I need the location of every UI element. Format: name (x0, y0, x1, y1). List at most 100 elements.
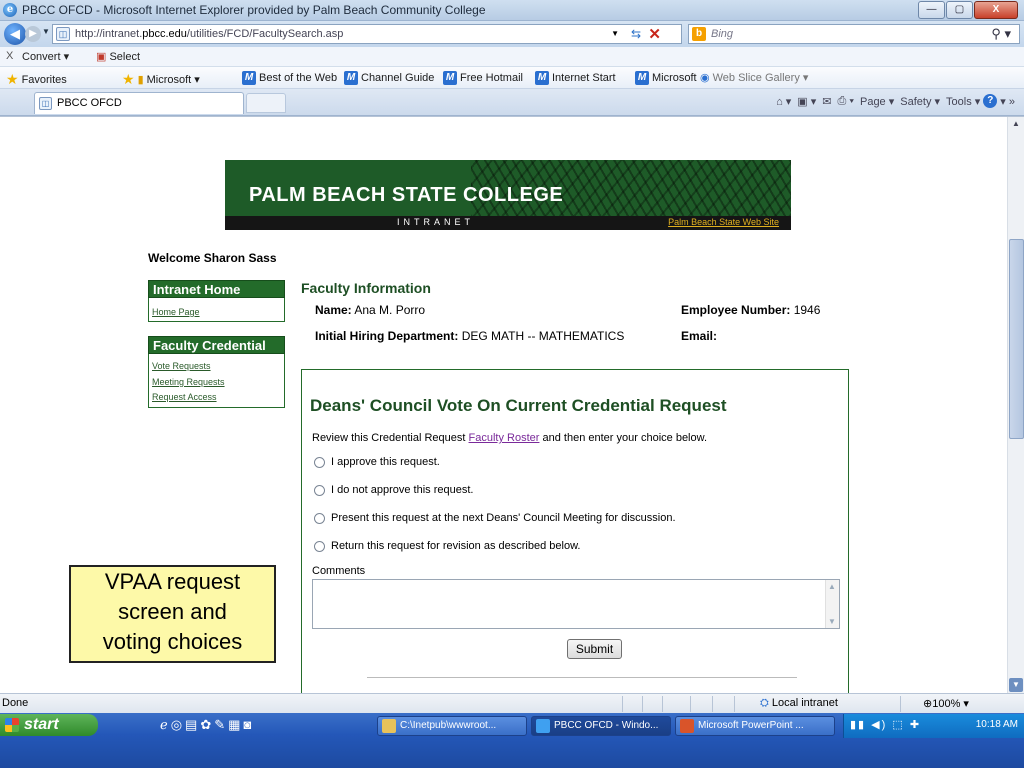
sidebar-link-vote-requests[interactable]: Vote Requests (152, 361, 211, 371)
tab-pbcc-ofcd[interactable]: ◫ PBCC OFCD (34, 92, 244, 114)
url-dropdown-chevron-icon[interactable]: ▼ (611, 29, 619, 38)
start-button[interactable]: start (0, 714, 98, 736)
option-approve[interactable]: I approve this request. (314, 456, 440, 468)
fav-label: Channel Guide (361, 72, 435, 84)
radio-approve[interactable] (314, 456, 325, 468)
status-divider (622, 696, 623, 712)
fav-label: Microsoft (652, 72, 697, 84)
comments-scrollbar[interactable]: ▲ ▼ (825, 580, 839, 628)
chevron-more-icon[interactable]: ▾ » (1000, 95, 1015, 108)
status-divider (900, 696, 901, 712)
tools-menu[interactable]: Tools ▾ (946, 95, 980, 108)
status-divider (642, 696, 643, 712)
fav-microsoft[interactable]: M Microsoft (635, 71, 697, 85)
recent-pages-chevron-icon[interactable]: ▼ (42, 27, 50, 36)
callout-line-2: screen and (118, 599, 227, 624)
page-scrollbar[interactable]: ▲ ▼ (1007, 117, 1024, 693)
app2-quicklaunch-icon[interactable]: ▦ (228, 717, 243, 732)
scrollbar-thumb[interactable] (1009, 239, 1024, 439)
state-web-site-link[interactable]: Palm Beach State Web Site (668, 217, 779, 227)
email-row: Email: (681, 329, 717, 343)
url-text[interactable]: http://intranet.pbcc.edu/utilities/FCD/F… (75, 28, 343, 40)
sidebar-link-meeting-requests[interactable]: Meeting Requests (152, 377, 225, 387)
safety-menu[interactable]: Safety ▾ (900, 95, 940, 108)
scroll-up-icon[interactable]: ▲ (828, 582, 836, 591)
task-ie-pbcc[interactable]: PBCC OFCD - Windo... (531, 716, 671, 736)
review-instructions: Review this Credential Request Faculty R… (312, 432, 707, 444)
help-icon[interactable]: ? (983, 94, 998, 108)
option-not-approve[interactable]: I do not approve this request. (314, 484, 473, 496)
college-name: PALM BEACH STATE COLLEGE (249, 184, 564, 206)
favorites-button[interactable]: ★ Favorites (6, 71, 67, 88)
folder-icon: ▮ (137, 74, 144, 86)
close-button[interactable]: X (974, 1, 1018, 19)
fav-best-of-web[interactable]: M Best of the Web (242, 71, 337, 85)
tray-icons[interactable]: ▮▮ ◀) ⬚ ✚ (850, 718, 921, 731)
vote-title: Deans' Council Vote On Current Credentia… (310, 396, 727, 415)
feeds-icon[interactable]: ▣ ▾ (797, 95, 816, 108)
submit-button[interactable]: Submit (567, 639, 622, 659)
task-powerpoint[interactable]: Microsoft PowerPoint ... (675, 716, 835, 736)
app-quicklaunch-icon[interactable]: ✎ (214, 717, 228, 732)
option-label: I approve this request. (331, 456, 440, 468)
refresh-icon[interactable]: ⇆ (631, 27, 641, 41)
select-button[interactable]: ▣ Select (96, 50, 140, 63)
status-text: Done (2, 697, 29, 709)
close-toolbar-button[interactable]: X (6, 50, 13, 62)
fav-label: Free Hotmail (460, 72, 523, 84)
intranet-home-heading: Intranet Home (148, 280, 285, 298)
zoom-level[interactable]: ⊕100% ▾ (923, 697, 969, 710)
mail-icon[interactable]: ✉ (822, 95, 831, 108)
media-quicklaunch-icon[interactable]: ✿ (200, 717, 214, 732)
page-icon: ◫ (56, 27, 70, 41)
stop-icon[interactable]: ✕ (648, 25, 661, 43)
task-label: PBCC OFCD - Windo... (554, 720, 659, 731)
option-label: Present this request at the next Deans' … (331, 512, 676, 524)
hiring-department-label: Initial Hiring Department: (315, 329, 459, 343)
comments-textarea[interactable]: ▲ ▼ (312, 579, 840, 629)
fav-microsoft-folder[interactable]: ★ ▮ Microsoft ▾ (122, 71, 200, 88)
review-text-after: and then enter your choice below. (539, 432, 708, 444)
fav-channel-guide[interactable]: M Channel Guide (344, 71, 434, 85)
scroll-down-icon[interactable]: ▼ (828, 617, 836, 626)
faculty-roster-link[interactable]: Faculty Roster (469, 432, 540, 444)
url-field[interactable]: ◫ http://intranet.pbcc.edu/utilities/FCD… (52, 24, 682, 44)
radio-not-approve[interactable] (314, 484, 325, 496)
favorites-bar: ★ Favorites ★ ▮ Microsoft ▾ M Best of the We… (0, 67, 1024, 89)
sidebar-link-home-page[interactable]: Home Page (152, 307, 200, 317)
search-field[interactable]: b Bing ⚲ ▾ (688, 24, 1020, 44)
window-title: PBCC OFCD - Microsoft Internet Explorer … (22, 3, 486, 17)
radio-return-for-revision[interactable] (314, 540, 325, 552)
callout-line-1: VPAA request (104, 569, 241, 594)
task-explorer[interactable]: C:\Inetpub\wwwroot... (377, 716, 527, 736)
powerpoint-quicklaunch-icon[interactable]: ◙ (243, 717, 254, 732)
fav-internet-start[interactable]: M Internet Start (535, 71, 616, 85)
option-present-at-meeting[interactable]: Present this request at the next Deans' … (314, 512, 676, 524)
powerpoint-icon (680, 719, 694, 733)
radio-present-at-meeting[interactable] (314, 512, 325, 524)
sidebar-link-request-access[interactable]: Request Access (152, 392, 217, 402)
maximize-button[interactable]: ▢ (946, 1, 973, 19)
folder-quicklaunch-icon[interactable]: ▤ (185, 717, 200, 732)
option-return-for-revision[interactable]: Return this request for revision as desc… (314, 540, 580, 552)
convert-button[interactable]: Convert ▾ (22, 50, 69, 63)
ie-icon: e (3, 3, 17, 17)
security-zone[interactable]: ⛭ Local intranet (760, 697, 838, 710)
home-icon[interactable]: ⌂ ▾ (776, 95, 791, 108)
minimize-button[interactable]: — (918, 1, 945, 19)
back-button[interactable]: ◀ (4, 23, 26, 45)
ie-quicklaunch-icon[interactable]: ℯ (160, 717, 171, 732)
browser-quicklaunch-icon[interactable]: ◎ (171, 717, 185, 732)
msn-icon: M (635, 71, 649, 85)
fav-free-hotmail[interactable]: M Free Hotmail (443, 71, 523, 85)
fav-web-slice-gallery[interactable]: ◉ Web Slice Gallery ▾ (700, 71, 808, 84)
faculty-info-title: Faculty Information (301, 280, 431, 296)
scroll-up-icon[interactable]: ▲ (1010, 119, 1022, 128)
forward-button[interactable]: ▶ (25, 26, 41, 42)
print-icon[interactable]: ⎙ ▾ (838, 95, 854, 108)
search-icon[interactable]: ⚲ ▾ (991, 26, 1011, 42)
new-tab-button[interactable] (246, 93, 286, 113)
page-menu[interactable]: Page ▾ (860, 95, 894, 108)
callout-line-3: voting choices (102, 629, 243, 654)
scroll-down-icon[interactable]: ▼ (1009, 678, 1023, 692)
